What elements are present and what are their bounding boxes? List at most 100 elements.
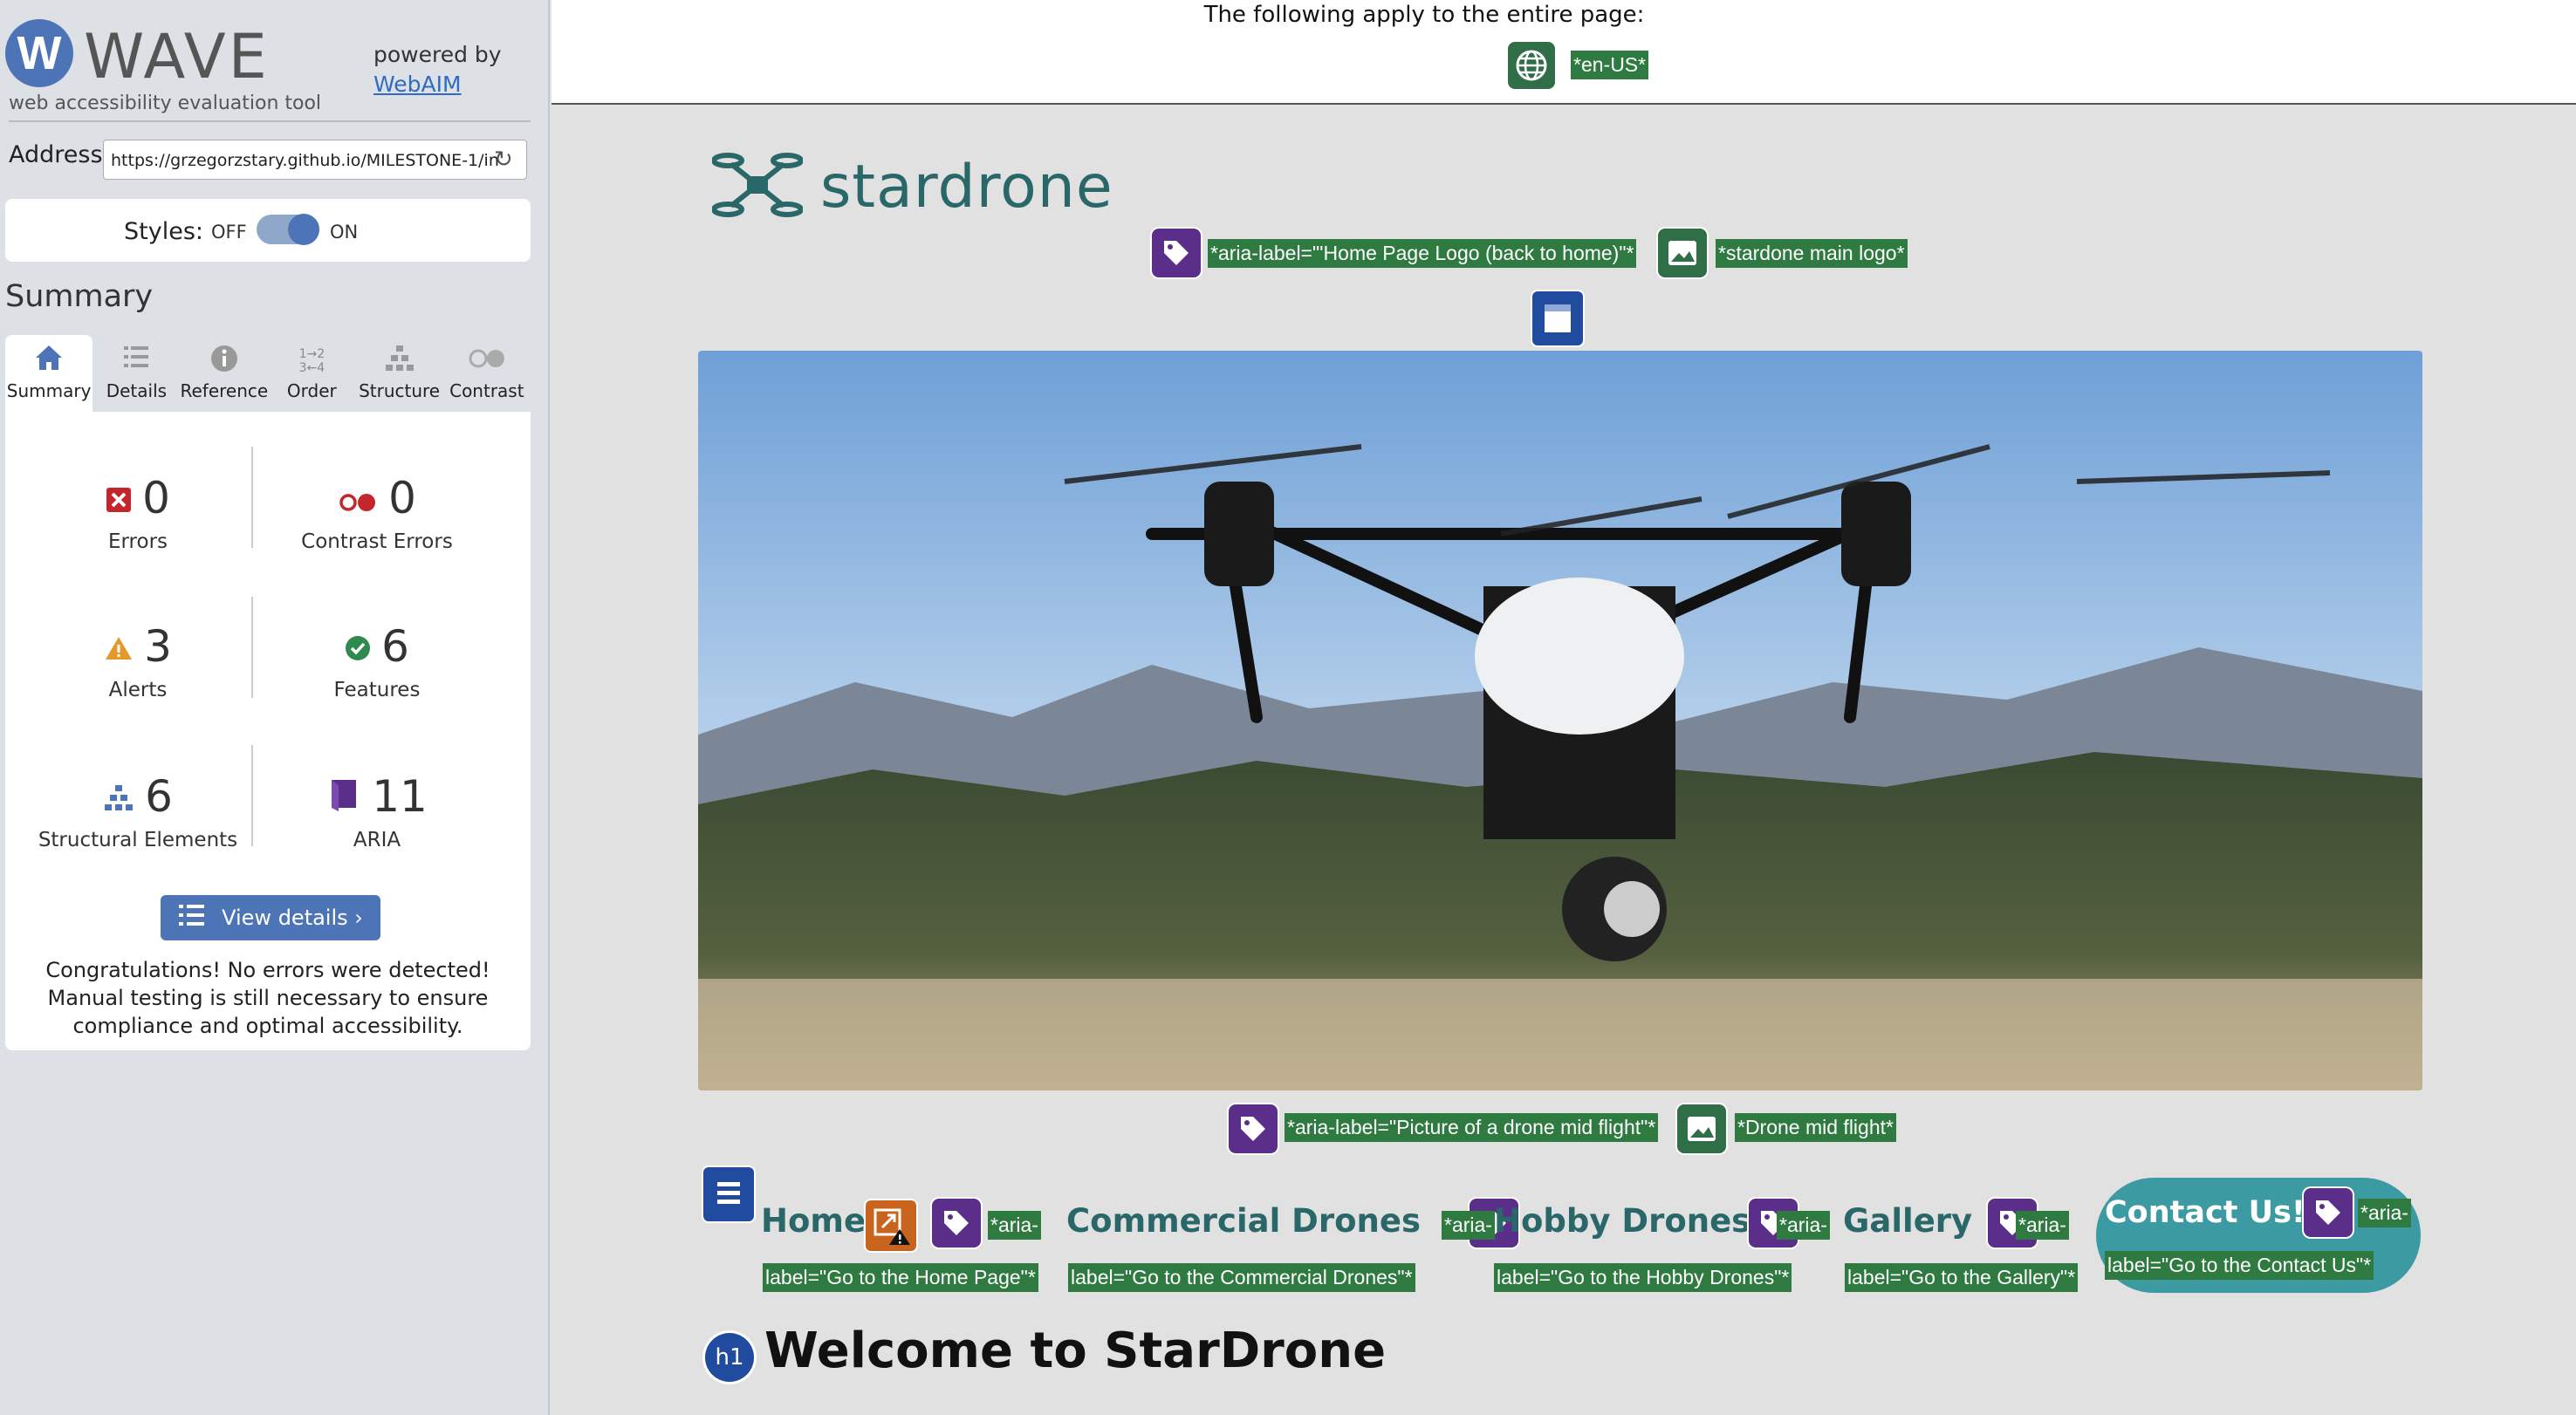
aria-label-icon[interactable] xyxy=(932,1199,981,1248)
congrats-message: Congratulations! No errors were detected… xyxy=(45,958,490,1038)
contact-us-label: Contact Us! xyxy=(2105,1195,2305,1230)
logo-alt-tag: *stardone main logo* xyxy=(1716,239,1908,268)
wave-logo: W xyxy=(5,19,73,87)
navigation-region-icon[interactable] xyxy=(703,1167,754,1221)
summary-heading: Summary xyxy=(5,279,154,314)
styles-off-label: OFF xyxy=(211,222,247,243)
address-input[interactable]: https://grzegorzstary.github.io/MILESTON… xyxy=(103,140,527,180)
tab-label: Reference xyxy=(180,380,269,401)
order-icon: 1→2 3←4 xyxy=(298,347,325,375)
aria-icon xyxy=(326,771,361,822)
contrast-errors-label: Contrast Errors xyxy=(301,530,453,553)
nav-gallery[interactable]: Gallery xyxy=(1843,1202,1972,1240)
nav-home[interactable]: Home xyxy=(761,1202,866,1240)
alerts-stat[interactable]: 3 Alerts xyxy=(19,619,257,701)
list-icon xyxy=(92,344,180,379)
nav-hobby-drones[interactable]: Hobby Drones xyxy=(1494,1202,1750,1240)
tab-summary[interactable]: Summary xyxy=(5,335,93,412)
banner-region-icon[interactable] xyxy=(1532,291,1583,345)
wave-sidebar: W WAVE web accessibility evaluation tool… xyxy=(0,0,550,1415)
features-count: 6 xyxy=(381,621,409,672)
nav-gallery-aria-tag-a: *aria- xyxy=(2016,1211,2069,1240)
nav-commercial-aria-tag-a: *aria- xyxy=(1442,1211,1495,1240)
nav-home-aria-tag-b: label="Go to the Home Page"* xyxy=(763,1263,1038,1292)
wave-title: WAVE xyxy=(84,21,270,92)
tab-label: Structure xyxy=(359,380,441,401)
page-level-note: The following apply to the entire page: xyxy=(1203,2,1645,28)
tab-reference[interactable]: Reference xyxy=(180,335,269,412)
logo-text: stardrone xyxy=(820,152,1113,222)
aria-stat[interactable]: 11 ARIA xyxy=(258,769,496,851)
h1-badge: h1 xyxy=(715,1344,744,1371)
styles-toggle[interactable] xyxy=(257,214,319,245)
nav-commercial-drones[interactable]: Commercial Drones xyxy=(1066,1202,1421,1240)
tab-contrast[interactable]: Contrast xyxy=(443,335,531,412)
tab-label: Contrast xyxy=(449,380,524,401)
tab-label: Details xyxy=(106,380,168,401)
redundant-link-alert-icon[interactable] xyxy=(866,1200,916,1251)
tab-order[interactable]: 1→2 3←4 Order xyxy=(268,335,355,412)
structural-label: Structural Elements xyxy=(38,829,238,851)
aria-label-icon[interactable] xyxy=(1229,1104,1278,1153)
features-stat[interactable]: 6 Features xyxy=(258,619,496,701)
nav-contact-aria-tag-b: label="Go to the Contact Us"* xyxy=(2105,1251,2374,1280)
info-icon xyxy=(181,344,269,379)
structural-count: 6 xyxy=(145,771,173,822)
h1-heading-icon[interactable]: h1 xyxy=(705,1333,754,1382)
errors-label: Errors xyxy=(107,530,168,553)
reload-icon[interactable]: ↻ xyxy=(494,147,513,173)
contrast-errors-stat[interactable]: 0 Contrast Errors xyxy=(258,471,496,553)
page-title: Welcome to StarDrone xyxy=(764,1323,1387,1379)
tab-details[interactable]: Details xyxy=(92,335,180,412)
feature-icon xyxy=(345,621,371,672)
alerts-count: 3 xyxy=(144,621,172,672)
contrast-icon xyxy=(443,344,531,379)
styles-toggle-box: Styles: OFF ON xyxy=(5,199,531,262)
wave-tabs: Summary Details Reference 1→2 3←4 Order S… xyxy=(5,335,531,412)
features-label: Features xyxy=(333,679,421,701)
tab-structure[interactable]: Structure xyxy=(355,335,442,412)
summary-panel: 0 Errors 0 Contrast Errors 3 Alerts 6 Fe… xyxy=(5,412,531,1050)
list-icon xyxy=(178,903,206,933)
tab-label: Summary xyxy=(6,380,92,401)
aria-label-icon[interactable] xyxy=(2304,1188,2353,1237)
logo-aria-tag: *aria-label="'Home Page Logo (back to ho… xyxy=(1208,239,1637,268)
wave-logo-letter: W xyxy=(17,27,62,79)
structural-stat[interactable]: 6 Structural Elements xyxy=(19,769,257,851)
webaim-link[interactable]: WebAIM xyxy=(373,72,462,97)
styles-on-label: ON xyxy=(330,222,359,243)
nav-contact-us[interactable]: Contact Us! *aria- label="Go to the Cont… xyxy=(2096,1178,2421,1293)
hero-alt-tag: *Drone mid flight* xyxy=(1735,1113,1896,1142)
site-logo[interactable]: stardrone xyxy=(711,148,1113,225)
errors-count: 0 xyxy=(142,473,170,523)
tab-label: Order xyxy=(286,380,337,401)
nav-hobby-aria-tag-a: *aria- xyxy=(1777,1211,1830,1240)
view-details-button[interactable]: View details › xyxy=(161,895,380,940)
nav-gallery-aria-tag-b: label="Go to the Gallery"* xyxy=(1845,1263,2079,1292)
lang-tag: *en-US* xyxy=(1571,51,1649,79)
nav-home-aria-tag-a: *aria- xyxy=(988,1211,1041,1240)
contrast-error-icon xyxy=(338,473,378,523)
address-label: Address: xyxy=(9,141,111,168)
nav-contact-aria-tag-a: *aria- xyxy=(2358,1199,2411,1227)
aria-label: ARIA xyxy=(353,829,401,851)
linked-image-icon[interactable] xyxy=(1658,229,1707,277)
evaluated-page: The following apply to the entire page: … xyxy=(552,0,2576,1415)
wave-subtitle: web accessibility evaluation tool xyxy=(9,92,322,114)
errors-stat[interactable]: 0 Errors xyxy=(19,471,257,553)
language-icon[interactable] xyxy=(1508,42,1555,89)
page-level-bar: The following apply to the entire page: … xyxy=(552,0,2576,105)
drone-photo xyxy=(698,351,2422,1090)
aria-label-icon[interactable] xyxy=(1152,229,1201,277)
nav-hobby-aria-tag-b: label="Go to the Hobby Drones"* xyxy=(1494,1263,1792,1292)
styles-label: Styles: xyxy=(124,218,203,245)
structure-icon xyxy=(355,344,442,379)
aria-count: 11 xyxy=(372,771,428,822)
toggle-knob xyxy=(288,214,319,245)
view-details-label: View details › xyxy=(222,906,363,930)
hero-image xyxy=(698,351,2422,1090)
drone-logo-icon xyxy=(711,148,804,225)
powered-by: powered by xyxy=(373,42,502,67)
image-alt-icon[interactable] xyxy=(1677,1104,1726,1153)
structure-stat-icon xyxy=(103,771,134,822)
